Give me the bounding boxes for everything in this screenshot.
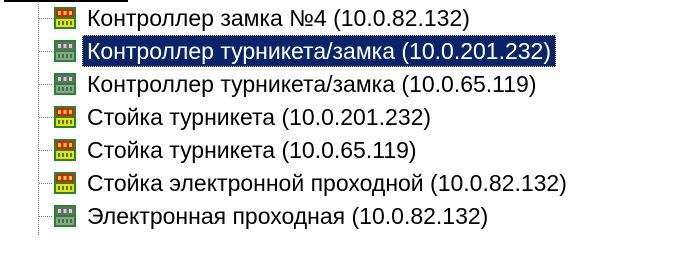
tree-node-label[interactable]: Стойка турникета (10.0.65.119) [82, 134, 422, 166]
tree-node-electronic-gate[interactable]: Электронная проходная (10.0.82.132) [0, 200, 688, 232]
tree-node-label[interactable]: Стойка электронной проходной (10.0.82.13… [82, 167, 572, 199]
tree-branch-line [39, 51, 52, 52]
tree-node-electronic-gate-stand[interactable]: Стойка электронной проходной (10.0.82.13… [0, 167, 688, 199]
tree-branch-line [39, 84, 52, 85]
tree-node-label[interactable]: Электронная проходная (10.0.82.132) [82, 200, 493, 232]
controller-red-icon [53, 105, 77, 129]
tree-node-turnstile-controller-201-232[interactable]: Контроллер турникета/замка (10.0.201.232… [0, 35, 688, 67]
tree-node-turnstile-stand-201-232[interactable]: Стойка турникета (10.0.201.232) [0, 101, 688, 133]
tree-branch-line [39, 150, 52, 151]
tree-node-label[interactable]: Контроллер замка №4 (10.0.82.132) [82, 2, 475, 34]
tree-node-label-selected[interactable]: Контроллер турникета/замка (10.0.201.232… [82, 35, 557, 67]
controller-red-icon [53, 6, 77, 30]
controller-red-icon [53, 138, 77, 162]
tree-node-label[interactable]: Контроллер турникета/замка (10.0.65.119) [82, 68, 542, 100]
controller-gray-icon [53, 39, 77, 63]
tree-node-lock-controller-4[interactable]: Контроллер замка №4 (10.0.82.132) [0, 2, 688, 34]
tree-branch-line [39, 183, 52, 184]
tree-node-turnstile-controller-65-119[interactable]: Контроллер турникета/замка (10.0.65.119) [0, 68, 688, 100]
tree-branch-line [39, 117, 52, 118]
controller-red-icon [53, 171, 77, 195]
controller-gray-icon [53, 204, 77, 228]
tree-branch-line [39, 216, 52, 217]
controller-gray-icon [53, 72, 77, 96]
tree-node-label[interactable]: Стойка турникета (10.0.201.232) [82, 101, 436, 133]
tree-branch-line [39, 18, 52, 19]
tree-node-turnstile-stand-65-119[interactable]: Стойка турникета (10.0.65.119) [0, 134, 688, 166]
device-tree: Контроллер замка №4 (10.0.82.132) Контро… [0, 0, 688, 253]
